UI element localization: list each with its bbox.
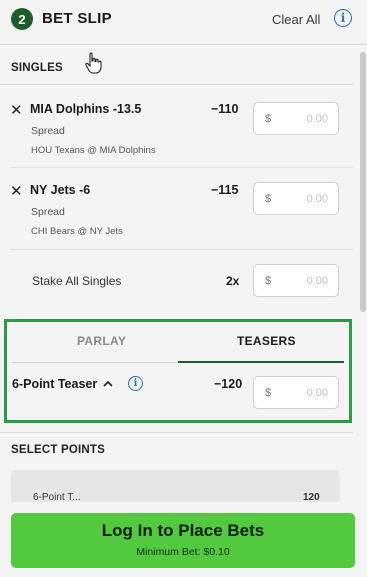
bet-slip-title: BET SLIP (42, 10, 112, 27)
bet-2-type: Spread (31, 206, 65, 218)
bet-1-odds: −110 (211, 102, 239, 116)
teaser-name: 6-Point Teaser (12, 377, 98, 391)
chevron-up-icon[interactable] (103, 380, 113, 388)
stake-placeholder: 0.00 (306, 113, 328, 125)
scrollbar-thumb[interactable] (360, 52, 366, 312)
header-divider (0, 44, 367, 45)
select-points-label: SELECT POINTS (11, 444, 105, 456)
tab-parlay[interactable]: PARLAY (77, 334, 126, 348)
remove-bet-1-icon[interactable]: ✕ (10, 103, 23, 118)
bet-1-type: Spread (31, 125, 65, 137)
singles-divider (0, 84, 353, 85)
parlay-teaser-panel: PARLAY TEASERS 6-Point Teaser i −120 $ 0… (4, 319, 352, 423)
stake-placeholder: 0.00 (306, 193, 328, 205)
minimum-bet-text: Minimum Bet: $0.10 (136, 546, 230, 558)
login-button-label: Log In to Place Bets (101, 521, 265, 540)
info-icon[interactable]: i (334, 9, 352, 27)
bet-2-stake-input[interactable]: $ 0.00 (253, 182, 339, 215)
bet-2-name: NY Jets -6 (30, 183, 91, 197)
bet-1-stake-input[interactable]: $ 0.00 (253, 102, 339, 135)
login-to-place-bets-button[interactable]: Log In to Place Bets Minimum Bet: $0.10 (11, 513, 355, 568)
currency-symbol: $ (265, 193, 272, 205)
currency-symbol: $ (265, 113, 272, 125)
tab-parlay-underline (12, 362, 178, 363)
remove-bet-2-icon[interactable]: ✕ (10, 184, 23, 199)
stake-placeholder: 0.00 (306, 275, 328, 287)
bet-2-matchup: CHI Bears @ NY Jets (31, 226, 123, 237)
select-points-divider (0, 432, 353, 433)
bet-2-odds: −115 (211, 183, 239, 197)
bet-1-name: MIA Dolphins -13.5 (30, 102, 142, 116)
teaser-stake-input[interactable]: $ 0.00 (253, 376, 339, 409)
stake-all-input[interactable]: $ 0.00 (253, 264, 339, 297)
singles-section-label: SINGLES (11, 62, 63, 74)
hand-cursor-icon (85, 52, 102, 74)
tab-teasers-underline (178, 361, 344, 363)
bet-divider (10, 167, 353, 168)
bet-1-matchup: HOU Texans @ MIA Dolphins (31, 145, 156, 156)
tab-teasers[interactable]: TEASERS (237, 334, 296, 348)
teaser-odds: −120 (214, 377, 243, 391)
stake-all-singles-label: Stake All Singles (32, 274, 122, 288)
bet-divider (10, 249, 353, 250)
stake-placeholder: 0.00 (306, 387, 328, 399)
clear-all-link[interactable]: Clear All (272, 12, 320, 27)
currency-symbol: $ (265, 275, 272, 287)
bet-count-badge: 2 (11, 8, 33, 30)
teaser-info-icon[interactable]: i (128, 376, 143, 391)
stake-all-multiplier: 2x (226, 274, 240, 288)
currency-symbol: $ (265, 387, 272, 399)
